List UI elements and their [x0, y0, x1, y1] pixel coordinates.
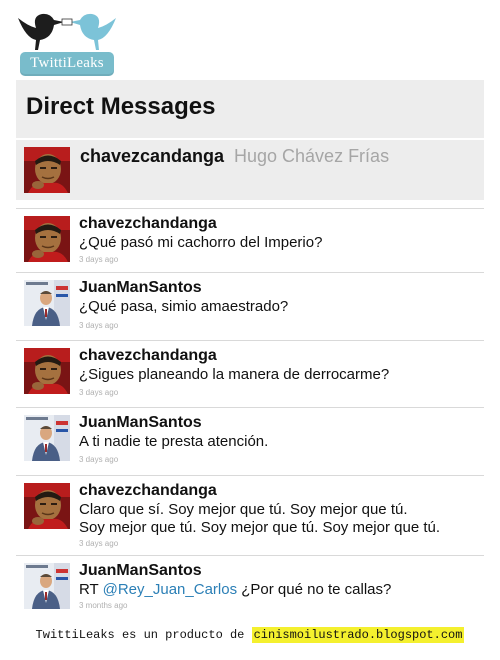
message-list: chavezchandanga ¿Qué pasó mi cachorro de… [16, 208, 484, 623]
message-username[interactable]: chavezchandanga [79, 215, 217, 233]
message-text: ¿Qué pasa, simio amaestrado? [79, 298, 289, 315]
avatar[interactable] [24, 415, 70, 461]
footer-text: TwittiLeaks es un producto de [35, 628, 245, 642]
message-username[interactable]: JuanManSantos [79, 414, 202, 432]
message-text: A ti nadie te presta atención. [79, 433, 269, 450]
avatar[interactable] [24, 216, 70, 262]
message-text: ¿Qué pasó mi cachorro del Imperio? [79, 234, 323, 251]
logo-text: TwittiLeaks [30, 55, 104, 71]
avatar[interactable] [24, 348, 70, 394]
message-timestamp[interactable]: 3 days ago [79, 321, 118, 330]
message-item: chavezchandanga ¿Sigues planeando la man… [16, 340, 484, 407]
message-timestamp[interactable]: 3 days ago [79, 455, 118, 464]
twittileaks-logo[interactable]: TwittiLeaks [12, 8, 122, 76]
message-username[interactable]: JuanManSantos [79, 562, 202, 580]
retweet-prefix: RT [79, 581, 103, 598]
message-item: JuanManSantos RT @Rey_Juan_Carlos ¿Por q… [16, 555, 484, 623]
message-timestamp[interactable]: 3 days ago [79, 539, 118, 548]
logo-badge: TwittiLeaks [20, 52, 114, 76]
message-text-line: Soy mejor que tú. Soy mejor que tú. Soy … [79, 519, 441, 536]
message-text: RT @Rey_Juan_Carlos ¿Por qué no te calla… [79, 581, 474, 599]
message-username[interactable]: JuanManSantos [79, 279, 202, 297]
footer: TwittiLeaks es un producto de cinismoilu… [0, 627, 500, 643]
conversation-profile: chavezcandanga Hugo Chávez Frías [16, 140, 484, 200]
footer-blog-link[interactable]: cinismoilustrado.blogspot.com [251, 627, 465, 643]
message-username[interactable]: chavezchandanga [79, 347, 217, 365]
profile-username[interactable]: chavezcandanga [80, 146, 224, 167]
message-item: JuanManSantos ¿Qué pasa, simio amaestrad… [16, 272, 484, 340]
avatar[interactable] [24, 280, 70, 326]
message-timestamp[interactable]: 3 days ago [79, 255, 118, 264]
avatar[interactable] [24, 147, 70, 193]
message-text-line: Claro que sí. Soy mejor que tú. Soy mejo… [79, 501, 408, 518]
page-header: Direct Messages [16, 80, 484, 138]
message-item: JuanManSantos A ti nadie te presta atenc… [16, 407, 484, 475]
message-text: Claro que sí. Soy mejor que tú. Soy mejo… [79, 501, 474, 537]
message-username[interactable]: chavezchandanga [79, 482, 217, 500]
message-timestamp[interactable]: 3 days ago [79, 388, 118, 397]
avatar[interactable] [24, 563, 70, 609]
page-title: Direct Messages [26, 93, 216, 120]
message-item: chavezchandanga Claro que sí. Soy mejor … [16, 475, 484, 555]
message-item: chavezchandanga ¿Qué pasó mi cachorro de… [16, 208, 484, 272]
birds-icon [18, 13, 116, 50]
message-text: ¿Sigues planeando la manera de derrocarm… [79, 366, 390, 383]
message-timestamp[interactable]: 3 months ago [79, 601, 127, 610]
message-text-rest: ¿Por qué no te callas? [237, 581, 392, 598]
profile-display-name: Hugo Chávez Frías [234, 146, 390, 166]
mention-link[interactable]: @Rey_Juan_Carlos [103, 581, 237, 598]
avatar[interactable] [24, 483, 70, 529]
